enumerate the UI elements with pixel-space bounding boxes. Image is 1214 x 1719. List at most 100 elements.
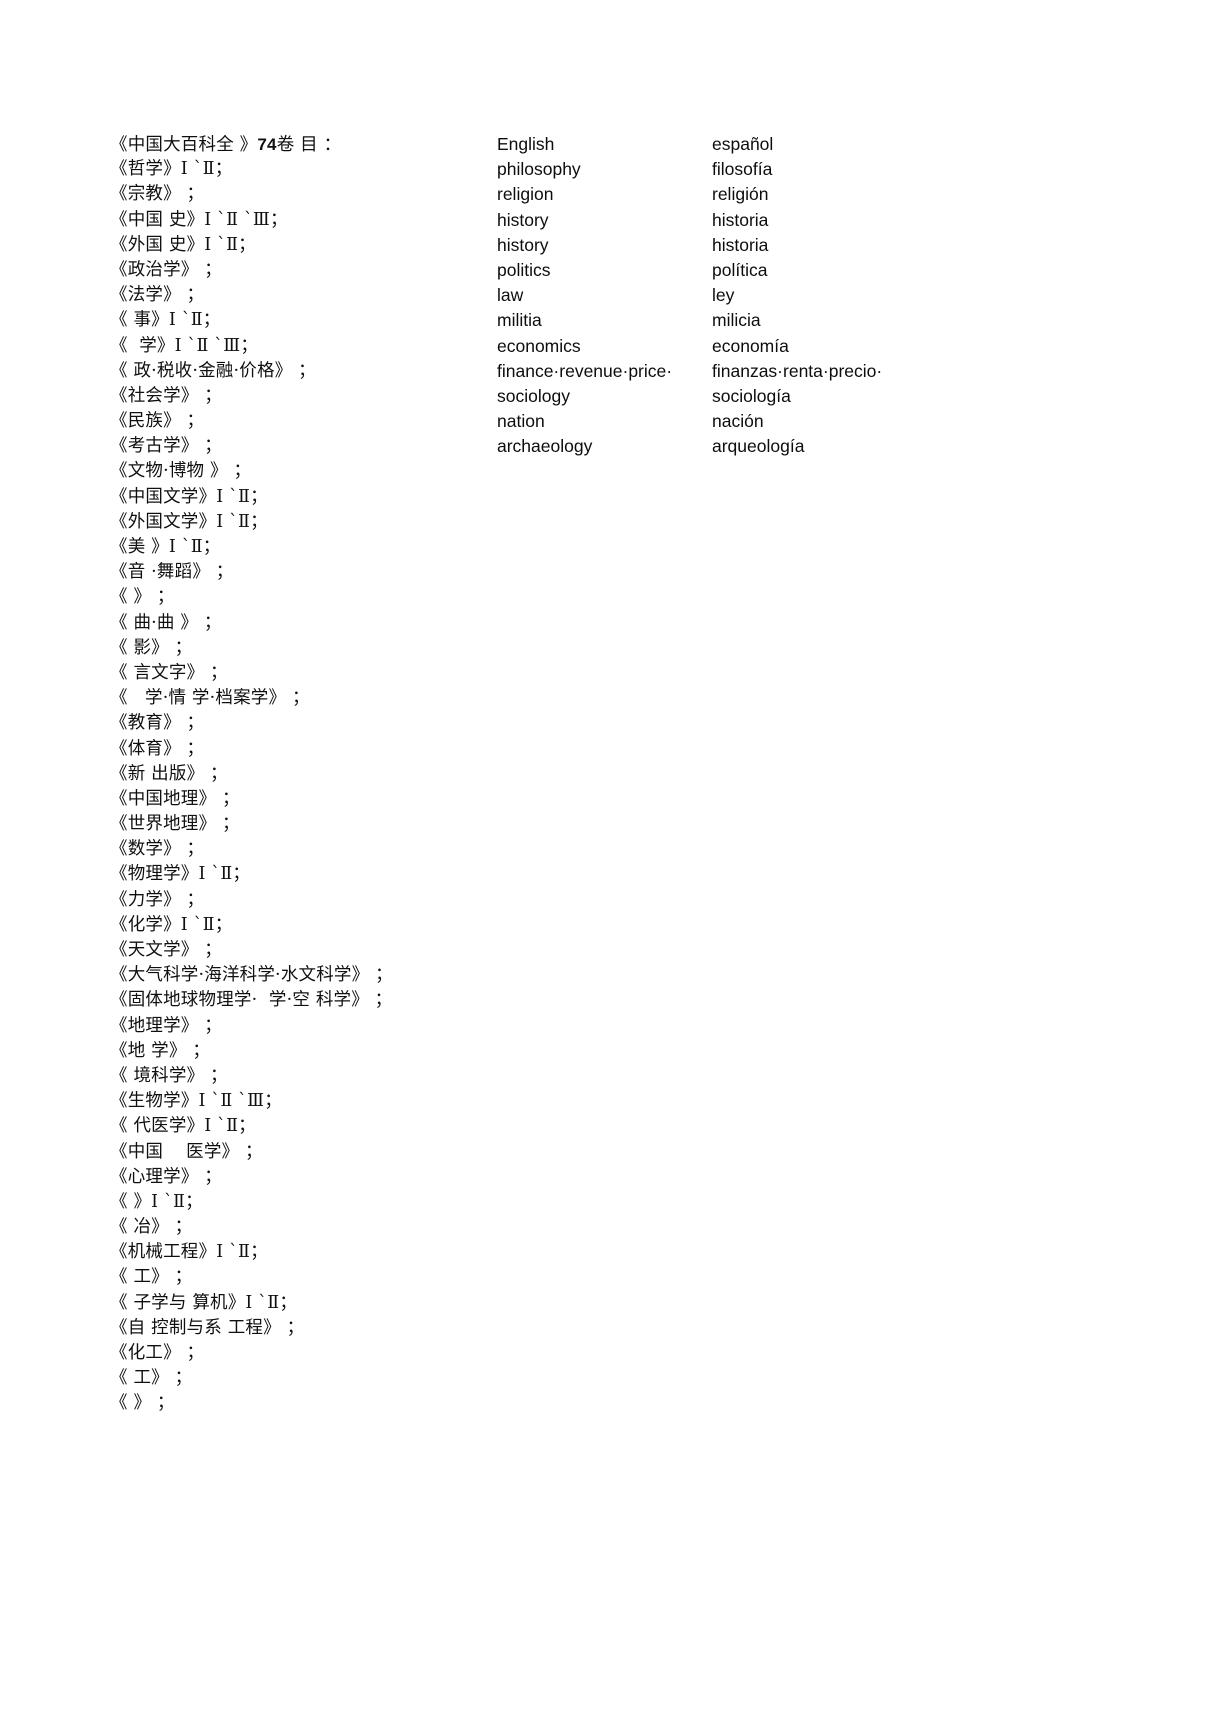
table-row: 《宗教》 ； religion religión (110, 182, 1110, 207)
table-row: 《考古学》 ； archaeology arqueología (110, 434, 1110, 459)
table-row: 《音 ·舞蹈》 ； (110, 560, 1110, 585)
volume-title-en: finance·revenue·price· (497, 360, 673, 381)
table-row: 《 影》 ； (110, 636, 1110, 661)
volume-title-zh: 《中国 医学》 ； (110, 1141, 263, 1162)
table-row: 《政治学》 ； politics política (110, 258, 1110, 283)
volume-title-en: economics (497, 335, 581, 356)
volume-title-zh: 《法学》 ； (110, 285, 205, 306)
volume-title-en: philosophy (497, 159, 581, 180)
table-row: 《 曲·曲 》 ； (110, 611, 1110, 636)
table-row: 《地 学》 ； (110, 1039, 1110, 1064)
table-row: 《物理学》Ⅰ `Ⅱ； (110, 862, 1110, 887)
volume-title-en: militia (497, 310, 542, 331)
volume-title-en: history (497, 234, 549, 255)
volume-title-en: history (497, 209, 549, 230)
column-header-english: English (497, 134, 555, 154)
volume-title-zh: 《哲学》Ⅰ `Ⅱ； (110, 159, 233, 180)
table-row: 《教育》 ； (110, 711, 1110, 736)
volume-title-zh: 《美 》Ⅰ `Ⅱ； (110, 537, 221, 557)
volume-title-zh: 《物理学》Ⅰ `Ⅱ； (110, 864, 251, 885)
document-page: 《中国大百科全 》74卷 目 ： English español 《哲学》Ⅰ `… (0, 0, 1214, 1719)
table-row: 《世界地理》 ； (110, 812, 1110, 837)
volume-title-zh: 《数学》 ； (110, 839, 205, 860)
table-row: 《机械工程》Ⅰ `Ⅱ； (110, 1240, 1110, 1265)
volume-title-zh: 《 》 ； (110, 1393, 175, 1414)
table-row: 《 学》Ⅰ `Ⅱ `Ⅲ； economics economía (110, 334, 1110, 359)
table-row: 《 事》Ⅰ `Ⅱ； militia milicia (110, 308, 1110, 333)
list-header-row: 《中国大百科全 》74卷 目 ： English español (110, 132, 1110, 157)
table-row: 《中国文学》Ⅰ `Ⅱ； (110, 485, 1110, 510)
volume-title-zh: 《化工》 ； (110, 1343, 205, 1363)
table-row: 《哲学》Ⅰ `Ⅱ； philosophy filosofía (110, 157, 1110, 182)
table-row: 《 》 ； (110, 585, 1110, 610)
table-row: 《 冶》 ； (110, 1215, 1110, 1240)
volume-title-zh: 《考古学》 ； (110, 436, 222, 457)
volume-title-zh: 《中国地理》 ； (110, 788, 240, 809)
table-row: 《 》 ； (110, 1391, 1110, 1416)
volume-title-es: historia (712, 209, 769, 230)
volume-title-es: historia (712, 234, 769, 255)
volume-title-zh: 《中国文学》Ⅰ `Ⅱ； (110, 486, 268, 507)
table-row: 《外国文学》Ⅰ `Ⅱ； (110, 510, 1110, 535)
volume-title-zh: 《体育》 ； (110, 738, 205, 759)
volume-title-zh: 《 曲·曲 》 ； (110, 612, 222, 633)
table-row: 《心理学》 ； (110, 1165, 1110, 1190)
table-row: 《外国 史》Ⅰ `Ⅱ； history historia (110, 233, 1110, 258)
table-row: 《生物学》Ⅰ `Ⅱ `Ⅲ； (110, 1089, 1110, 1114)
table-row: 《 工》 ； (110, 1366, 1110, 1391)
table-row: 《自 控制与系 工程》 ； (110, 1316, 1110, 1341)
volume-title-en: archaeology (497, 436, 593, 457)
volume-title-zh: 《 》 ； (110, 587, 175, 608)
volume-title-zh: 《 境科学》 ； (110, 1065, 228, 1086)
volume-title-zh: 《地理学》 ； (110, 1015, 222, 1036)
table-row: 《地理学》 ； (110, 1014, 1110, 1039)
volume-title-en: religion (497, 184, 554, 205)
volume-title-es: milicia (712, 310, 761, 331)
volume-title-zh: 《 代医学》Ⅰ `Ⅱ； (110, 1116, 256, 1137)
volume-title-zh: 《 言文字》 ； (110, 662, 228, 683)
volume-title-zh: 《生物学》Ⅰ `Ⅱ `Ⅲ； (110, 1091, 282, 1112)
volume-list: 《中国大百科全 》74卷 目 ： English español 《哲学》Ⅰ `… (110, 132, 1110, 1417)
volume-title-zh: 《世界地理》 ； (110, 814, 240, 835)
table-row: 《体育》 ； (110, 737, 1110, 762)
volume-title-zh: 《大气科学·海洋科学·水文科学》 ； (110, 965, 393, 986)
table-row: 《 学·情 学·档案学》 ； (110, 686, 1110, 711)
volume-title-es: ley (712, 285, 735, 306)
column-header-spanish: español (712, 134, 774, 154)
volume-title-zh: 《 事》Ⅰ `Ⅱ； (110, 310, 221, 331)
volume-title-zh: 《社会学》 ； (110, 385, 222, 406)
volume-title-zh: 《化学》Ⅰ `Ⅱ； (110, 914, 233, 935)
table-row: 《 政·税收·金融·价格》 ； finance·revenue·price· fin… (110, 359, 1110, 384)
volume-title-zh: 《外国 史》Ⅰ `Ⅱ； (110, 234, 256, 255)
volume-title-zh: 《中国 史》Ⅰ `Ⅱ `Ⅲ； (110, 209, 288, 230)
table-row: 《力学》 ； (110, 888, 1110, 913)
table-row: 《 言文字》 ； (110, 661, 1110, 686)
volume-title-es: filosofía (712, 159, 773, 180)
table-row: 《化工》 ； (110, 1341, 1110, 1366)
table-row: 《 境科学》 ； (110, 1064, 1110, 1089)
volume-title-zh: 《 子学与 算机》Ⅰ `Ⅱ； (110, 1292, 298, 1313)
table-row: 《 》Ⅰ `Ⅱ； (110, 1190, 1110, 1215)
volume-title-zh: 《地 学》 ； (110, 1040, 211, 1061)
table-row: 《文物·博物 》 ； (110, 459, 1110, 484)
volume-title-es: política (712, 259, 768, 280)
table-row: 《大气科学·海洋科学·水文科学》 ； (110, 963, 1110, 988)
volume-title-es: nación (712, 411, 764, 432)
volume-count: 74 (257, 135, 277, 154)
table-row: 《 工》 ； (110, 1265, 1110, 1290)
volume-title-zh: 《 工》 ； (110, 1267, 193, 1288)
volume-title-es: economía (712, 335, 789, 356)
table-row: 《天文学》 ； (110, 938, 1110, 963)
volume-title-es: finanzas·renta·precio· (712, 360, 883, 381)
volume-title-es: sociología (712, 385, 791, 406)
volume-title-zh: 《 工》 ； (110, 1368, 193, 1389)
volume-title-zh: 《 冶》 ； (110, 1217, 193, 1238)
table-row: 《中国 医学》 ； (110, 1140, 1110, 1165)
volume-title-zh: 《音 ·舞蹈》 ； (110, 562, 234, 583)
volume-title-zh: 《 政·税收·金融·价格》 ； (110, 360, 316, 381)
volume-title-zh: 《自 控制与系 工程》 ； (110, 1317, 305, 1338)
volume-title-zh: 《心理学》 ； (110, 1166, 222, 1187)
volume-title-en: politics (497, 259, 551, 280)
volume-title-zh: 《 》Ⅰ `Ⅱ； (110, 1191, 203, 1212)
table-row: 《新 出版》 ； (110, 762, 1110, 787)
